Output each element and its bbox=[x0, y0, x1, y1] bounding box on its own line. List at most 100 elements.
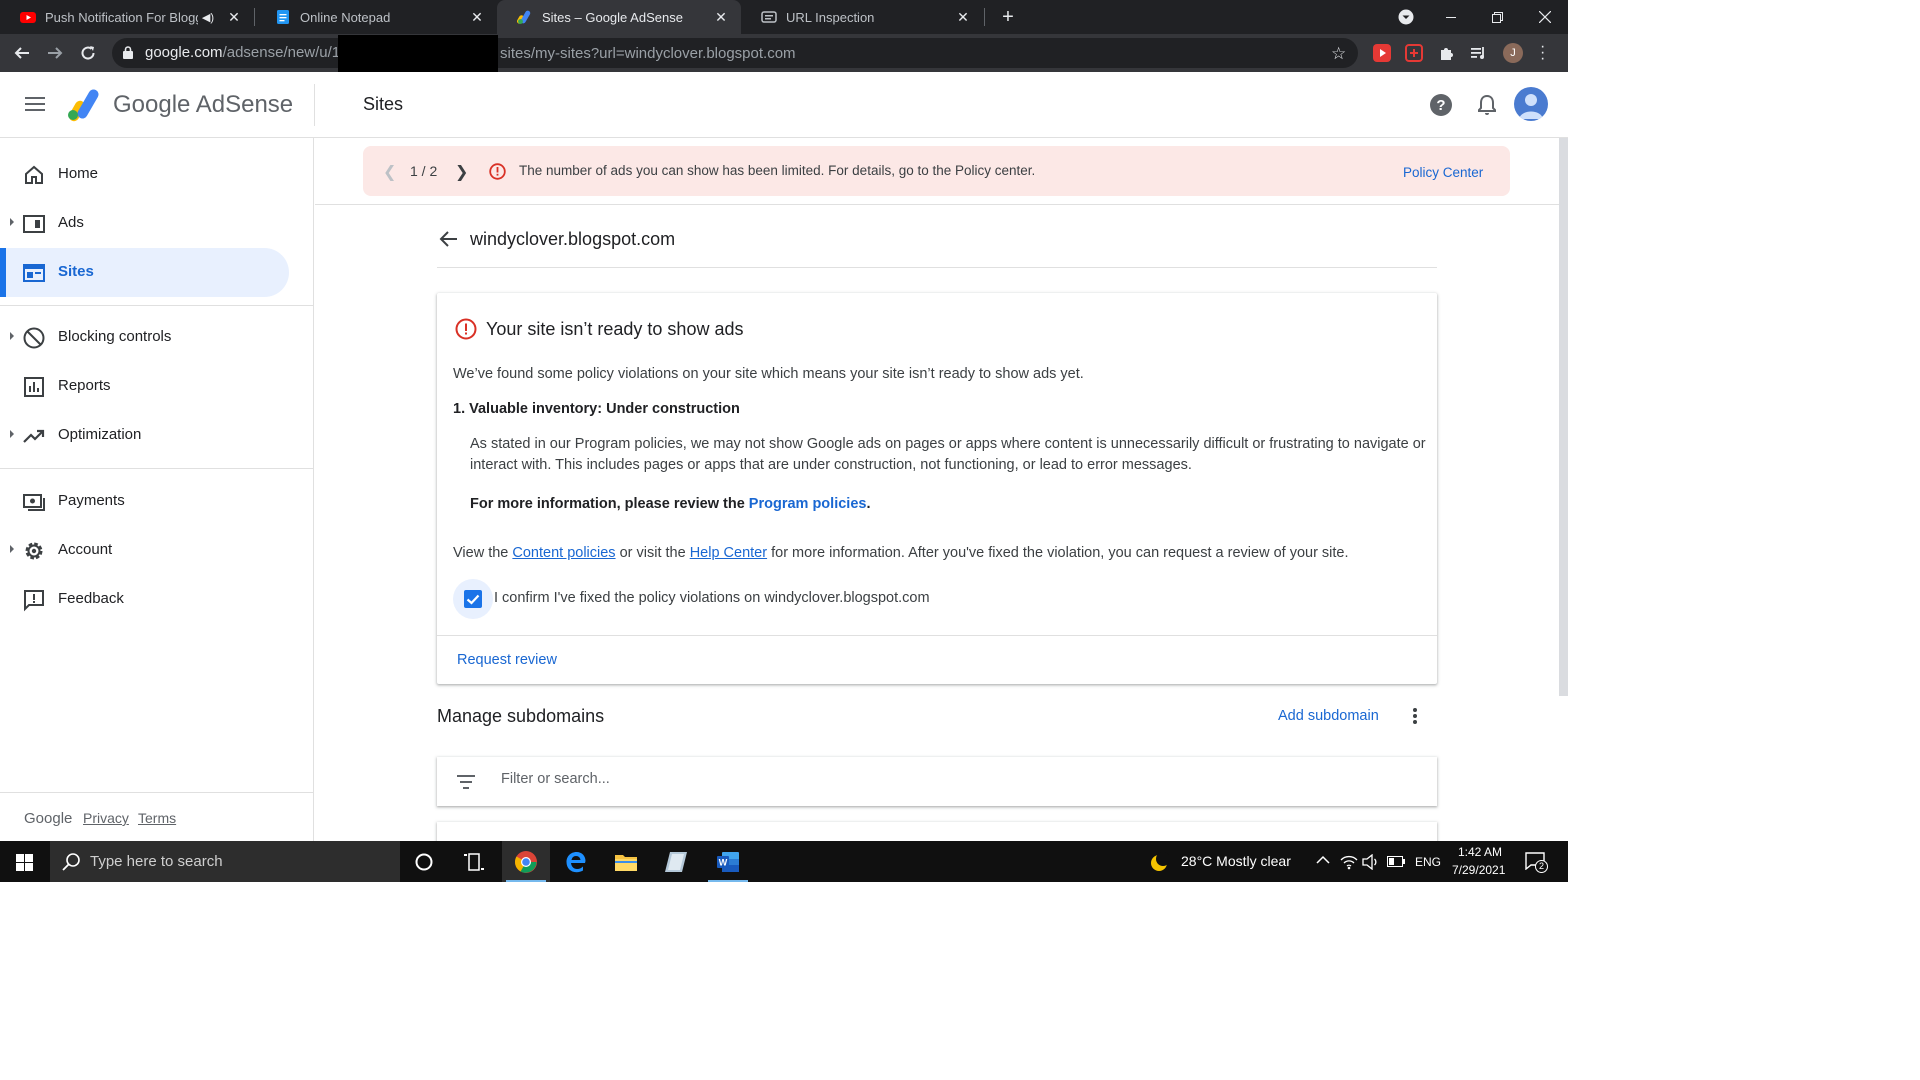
taskbar-edge[interactable] bbox=[552, 841, 600, 882]
sidebar-item-feedback[interactable]: Feedback bbox=[0, 575, 289, 624]
taskbar-file-explorer[interactable] bbox=[602, 841, 650, 882]
reload-button[interactable] bbox=[78, 43, 98, 63]
sidebar-item-optimization[interactable]: Optimization bbox=[0, 411, 289, 460]
sidebar-item-ads[interactable]: Ads bbox=[0, 199, 289, 248]
restore-button[interactable] bbox=[1474, 0, 1520, 34]
tab-online-notepad[interactable]: Online Notepad ✕ bbox=[255, 0, 497, 34]
scrollbar[interactable] bbox=[1559, 138, 1568, 696]
content-policies-link[interactable]: Content policies bbox=[512, 545, 615, 561]
confirm-fixed-checkbox[interactable] bbox=[464, 590, 482, 608]
chevron-left-icon[interactable]: ❮ bbox=[383, 162, 396, 182]
taskbar-app[interactable] bbox=[652, 841, 700, 882]
volume-icon[interactable] bbox=[1362, 854, 1380, 870]
tab-search-button[interactable] bbox=[1383, 0, 1429, 34]
forward-button[interactable] bbox=[45, 43, 65, 63]
tab-push-notification[interactable]: Push Notification For Blogge ◀) ✕ bbox=[0, 0, 254, 34]
back-button[interactable] bbox=[12, 43, 32, 63]
sidebar-item-home[interactable]: Home bbox=[0, 150, 289, 199]
new-tab-button[interactable]: + bbox=[998, 7, 1018, 27]
cortana-button[interactable] bbox=[400, 841, 448, 882]
page-title: Sites bbox=[363, 94, 404, 114]
clock-time[interactable]: 1:42 AM bbox=[1458, 845, 1502, 859]
playlist-icon bbox=[1471, 47, 1484, 59]
weather-text[interactable]: 28°C Mostly clear bbox=[1181, 853, 1291, 869]
sidebar-item-account[interactable]: Account bbox=[0, 526, 289, 575]
plus-icon bbox=[1410, 49, 1418, 57]
url-text: google.com/adsense/new/u/1, bbox=[145, 44, 344, 61]
profile-avatar[interactable]: J bbox=[1503, 43, 1523, 63]
program-policies-link[interactable]: Program policies bbox=[749, 496, 867, 512]
extensions-puzzle-icon[interactable] bbox=[1438, 44, 1456, 62]
card-title: Your site isn’t ready to show ads bbox=[486, 319, 744, 339]
banner-page-counter: 1 / 2 bbox=[410, 163, 438, 179]
help-icon[interactable]: ? bbox=[1429, 93, 1453, 117]
taskbar-chrome[interactable] bbox=[502, 841, 550, 882]
close-window-button[interactable] bbox=[1522, 0, 1568, 34]
close-tab-icon[interactable]: ✕ bbox=[226, 9, 242, 25]
reports-icon bbox=[24, 377, 44, 397]
sidebar-item-label: Optimization bbox=[58, 426, 142, 443]
clock-date[interactable]: 7/29/2021 bbox=[1452, 863, 1505, 877]
taskbar-search-placeholder: Type here to search bbox=[90, 853, 223, 870]
internet-explorer-icon bbox=[566, 851, 586, 872]
sidebar-item-payments[interactable]: Payments bbox=[0, 477, 289, 526]
notification-center-button[interactable]: 2 bbox=[1525, 852, 1548, 873]
payments-icon bbox=[23, 494, 45, 511]
redacted-url-segment bbox=[338, 35, 498, 72]
bookmark-star-icon[interactable]: ☆ bbox=[1331, 44, 1346, 64]
sidebar-item-label: Feedback bbox=[58, 590, 124, 607]
youtube-extension-icon[interactable] bbox=[1373, 44, 1391, 62]
word-icon: W bbox=[717, 851, 739, 872]
chrome-menu-icon[interactable]: · · · bbox=[1540, 39, 1545, 67]
close-tab-icon[interactable]: ✕ bbox=[469, 9, 485, 25]
subdomain-search-input[interactable] bbox=[501, 771, 1401, 787]
sidebar-divider bbox=[0, 305, 314, 306]
url-path-tail: sites/my-sites?url=windyclover.blogspot.… bbox=[500, 45, 796, 62]
chevron-up-icon[interactable] bbox=[1316, 855, 1330, 865]
menu-icon[interactable] bbox=[25, 97, 45, 115]
policy-center-link[interactable]: Policy Center bbox=[1403, 165, 1483, 180]
terms-link[interactable]: Terms bbox=[138, 810, 176, 826]
back-arrow-icon[interactable] bbox=[439, 229, 459, 249]
windows-start-icon[interactable] bbox=[16, 854, 33, 871]
taskbar-word[interactable]: W bbox=[704, 841, 752, 882]
sites-icon bbox=[23, 264, 45, 282]
bell-icon[interactable] bbox=[1475, 93, 1499, 117]
tab-title: Push Notification For Blogge bbox=[45, 9, 198, 25]
battery-icon[interactable] bbox=[1387, 856, 1405, 867]
puzzle-icon bbox=[1441, 48, 1453, 60]
account-avatar[interactable] bbox=[1514, 87, 1548, 121]
sidebar-item-reports[interactable]: Reports bbox=[0, 362, 289, 411]
task-view-button[interactable] bbox=[450, 841, 498, 882]
more-options-icon[interactable] bbox=[1413, 708, 1419, 726]
sidebar-item-sites[interactable]: Sites bbox=[0, 248, 289, 297]
sidebar-item-blocking-controls[interactable]: Blocking controls bbox=[0, 313, 289, 362]
language-indicator[interactable]: ENG bbox=[1415, 855, 1441, 869]
network-icon[interactable] bbox=[1340, 854, 1358, 870]
chevron-right-icon[interactable]: ❯ bbox=[455, 162, 468, 182]
error-icon bbox=[455, 318, 477, 340]
app-header: Google AdSense Sites ? bbox=[0, 72, 1568, 138]
taskbar-search-box[interactable]: Type here to search bbox=[50, 841, 400, 882]
tab-sites-adsense[interactable]: Sites – Google AdSense ✕ bbox=[497, 0, 741, 34]
request-review-button[interactable]: Request review bbox=[457, 652, 557, 668]
brand-name: Google AdSense bbox=[113, 91, 294, 118]
privacy-link[interactable]: Privacy bbox=[83, 810, 129, 826]
violation-description: As stated in our Program policies, we ma… bbox=[470, 436, 1426, 473]
close-tab-icon[interactable]: ✕ bbox=[713, 9, 729, 25]
confirm-fixed-label[interactable]: I confirm I've fixed the policy violatio… bbox=[494, 590, 930, 606]
banner-divider bbox=[315, 204, 1568, 205]
speaker-icon[interactable]: ◀) bbox=[202, 11, 214, 24]
push-extension-icon[interactable] bbox=[1405, 44, 1423, 62]
tab-url-inspection[interactable]: URL Inspection ✕ bbox=[741, 0, 983, 34]
close-tab-icon[interactable]: ✕ bbox=[955, 9, 971, 25]
more-info-prefix: For more information, please review the bbox=[470, 496, 749, 512]
minimize-button[interactable] bbox=[1428, 0, 1474, 34]
media-control-icon[interactable] bbox=[1470, 44, 1488, 62]
add-subdomain-button[interactable]: Add subdomain bbox=[1278, 708, 1379, 724]
sidebar-item-label: Home bbox=[58, 165, 99, 182]
search-icon bbox=[62, 853, 80, 871]
sidebar-item-label: Blocking controls bbox=[58, 328, 172, 345]
help-center-link[interactable]: Help Center bbox=[690, 545, 767, 561]
tab-title: Online Notepad bbox=[300, 9, 391, 25]
